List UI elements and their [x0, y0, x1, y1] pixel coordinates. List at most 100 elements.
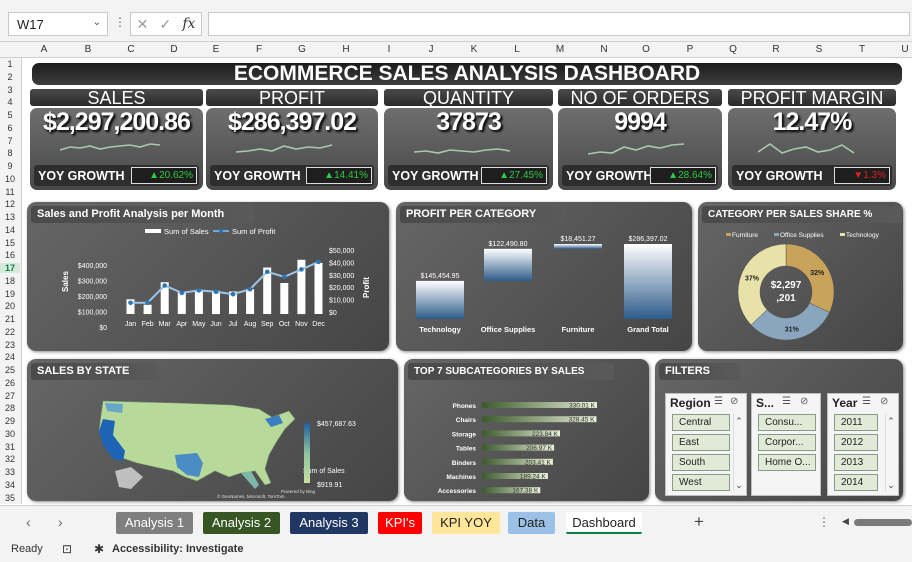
slicer-item-2011[interactable]: 2011 [834, 414, 878, 431]
column-header[interactable]: T [859, 44, 865, 55]
cancel-icon[interactable]: ✕ [137, 16, 149, 33]
column-header[interactable]: R [772, 44, 779, 55]
column-header[interactable]: H [342, 44, 349, 55]
column-header[interactable]: O [642, 44, 650, 55]
chevron-up-icon[interactable]: ⌃ [734, 416, 744, 427]
profit-point[interactable] [162, 283, 167, 288]
column-header[interactable]: S [816, 44, 823, 55]
slicer-scrollbar[interactable]: ⌃ ⌄ [733, 414, 744, 491]
profit-point[interactable] [299, 267, 304, 272]
profit-category-panel[interactable]: PROFIT PER CATEGORY $145,454.95 Technolog… [396, 202, 692, 351]
row-header[interactable]: 34 [0, 480, 20, 490]
row-header[interactable]: 9 [0, 161, 20, 171]
sheet-tab-dashboard[interactable]: Dashboard [566, 512, 642, 534]
row-header[interactable]: 23 [0, 340, 20, 350]
row-header[interactable]: 8 [0, 148, 20, 158]
column-header[interactable]: D [170, 44, 177, 55]
sales-bar[interactable] [212, 290, 220, 315]
sheet-tab-data[interactable]: Data [508, 512, 555, 534]
column-header[interactable]: G [298, 44, 306, 55]
scroll-right-icon[interactable]: › [58, 514, 63, 530]
profit-point[interactable] [316, 259, 321, 265]
chevron-up-icon[interactable]: ⌃ [886, 416, 896, 427]
row-header[interactable]: 4 [0, 97, 20, 107]
row-header[interactable]: 7 [0, 136, 20, 146]
category-profit-bar[interactable] [416, 280, 464, 319]
accessibility-status[interactable]: Accessibility: Investigate [112, 543, 243, 555]
sheet-tab-analysis-2[interactable]: Analysis 2 [203, 512, 280, 534]
slicer-item-2013[interactable]: 2013 [834, 454, 878, 471]
macro-record-icon[interactable]: ⊡ [62, 542, 72, 556]
category-share-panel[interactable]: CATEGORY PER SALES SHARE % Furniture Offi… [698, 202, 903, 351]
slicer-scrollbar[interactable]: ⌃ ⌄ [885, 414, 896, 491]
profit-point[interactable] [145, 300, 150, 306]
column-header[interactable]: Q [729, 44, 737, 55]
row-header[interactable]: 24 [0, 352, 20, 362]
column-header[interactable]: M [556, 44, 564, 55]
insert-function-icon[interactable]: fx [182, 16, 195, 32]
row-header[interactable]: 13 [0, 212, 20, 222]
more-icon[interactable]: ⋮ [818, 515, 830, 529]
row-header[interactable]: 31 [0, 442, 20, 452]
column-header[interactable]: I [388, 44, 391, 55]
chevron-down-icon[interactable]: ⌄ [734, 480, 744, 491]
accessibility-icon[interactable]: ✱ [94, 542, 104, 556]
row-header[interactable]: 32 [0, 454, 20, 464]
kpi-card[interactable]: 37873 YOY GROWTH ▲27.45% [384, 108, 553, 190]
column-header[interactable]: C [127, 44, 134, 55]
kpi-card[interactable]: 12.47% YOY GROWTH ▼1.3% [728, 108, 896, 190]
row-header[interactable]: 35 [0, 493, 20, 503]
category-profit-bar[interactable] [484, 248, 532, 281]
enter-icon[interactable]: ✓ [159, 16, 171, 33]
slicer-item-corporate[interactable]: Corpor... [758, 434, 816, 451]
sales-by-state-panel[interactable]: SALES BY STATE Sum of Sales $457,687.63 … [27, 359, 398, 501]
row-header[interactable]: 3 [0, 85, 20, 95]
profit-point[interactable] [247, 286, 253, 292]
column-header[interactable]: F [256, 44, 262, 55]
clear-filter-icon[interactable]: ⊘ [880, 396, 888, 407]
multi-select-icon[interactable]: ☰ [782, 396, 791, 407]
row-header[interactable]: 19 [0, 289, 20, 299]
slicer-item-west[interactable]: West [672, 474, 730, 491]
row-header[interactable]: 26 [0, 378, 20, 388]
column-header[interactable]: K [471, 44, 478, 55]
sheet-tab-analysis-1[interactable]: Analysis 1 [116, 512, 193, 534]
column-header[interactable]: E [213, 44, 220, 55]
horizontal-scrollbar[interactable] [854, 519, 912, 526]
sales-bar[interactable] [143, 304, 152, 314]
row-header[interactable]: 16 [0, 250, 20, 260]
slicer-item-east[interactable]: East [672, 434, 730, 451]
row-header[interactable]: 27 [0, 391, 20, 401]
scroll-left-icon[interactable]: ‹ [26, 514, 31, 530]
profit-point[interactable] [196, 288, 202, 293]
multi-select-icon[interactable]: ☰ [862, 396, 871, 407]
profit-point[interactable] [128, 300, 133, 306]
add-sheet-icon[interactable]: + [694, 512, 704, 532]
row-header[interactable]: 22 [0, 327, 20, 337]
row-header[interactable]: 11 [0, 187, 20, 197]
sales-bar[interactable] [177, 292, 186, 314]
scroll-left-icon[interactable]: ◀ [842, 516, 849, 527]
segment-slicer[interactable]: S... ☰ ⊘ Consu... Corpor... Home O... [751, 393, 821, 496]
chevron-down-icon[interactable]: ⌄ [93, 17, 101, 28]
profit-point[interactable] [179, 290, 185, 296]
formula-input[interactable] [208, 12, 910, 36]
row-header[interactable]: 12 [0, 199, 20, 209]
sheet-tab-kpi-yoy[interactable]: KPI YOY [432, 512, 500, 534]
column-header[interactable]: U [901, 44, 908, 55]
clear-filter-icon[interactable]: ⊘ [730, 396, 738, 407]
row-header[interactable]: 6 [0, 123, 20, 133]
sales-bar[interactable] [314, 262, 323, 314]
row-header[interactable]: 21 [0, 314, 20, 324]
column-header[interactable]: L [514, 44, 520, 55]
name-box[interactable]: W17 ⌄ [8, 12, 108, 36]
category-profit-bar[interactable] [554, 244, 602, 249]
row-header[interactable]: 20 [0, 301, 20, 311]
slicer-item-central[interactable]: Central [672, 414, 730, 431]
chevron-down-icon[interactable]: ⌄ [886, 480, 896, 491]
sheet-tab-kpi-s[interactable]: KPI's [378, 512, 422, 534]
row-header[interactable]: 2 [0, 72, 20, 82]
profit-point[interactable] [230, 291, 236, 297]
kpi-card[interactable]: 9994 YOY GROWTH ▲28.64% [558, 108, 722, 190]
year-slicer[interactable]: Year ☰ ⊘ 2011 2012 2013 2014 ⌃ ⌄ [827, 393, 899, 496]
